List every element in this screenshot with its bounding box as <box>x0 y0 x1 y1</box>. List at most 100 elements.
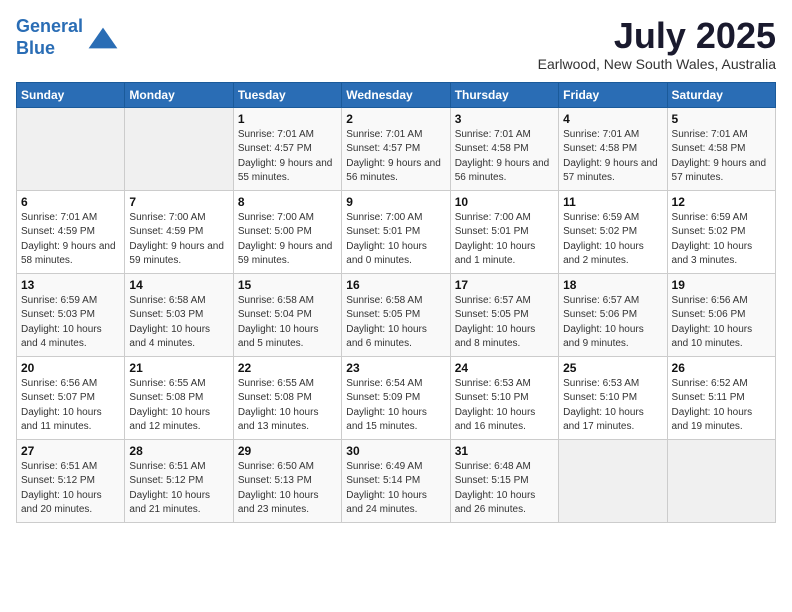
day-cell: 18Sunrise: 6:57 AM Sunset: 5:06 PM Dayli… <box>559 273 667 356</box>
day-number: 9 <box>346 195 445 209</box>
day-cell: 13 Sunrise: 6:59 AM Sunset: 5:03 PM Dayli… <box>17 273 125 356</box>
day-cell: 6 Sunrise: 7:01 AM Sunset: 4:59 PM Daylig… <box>17 190 125 273</box>
day-number: 8 <box>238 195 337 209</box>
day-info: Sunrise: 7:01 AM Sunset: 4:57 PM Dayligh… <box>238 128 337 186</box>
day-cell: 2 Sunrise: 7:01 AM Sunset: 4:57 PM Daylig… <box>342 107 450 190</box>
day-info: Sunrise: 7:00 AM Sunset: 5:01 PM Dayligh… <box>346 211 445 269</box>
day-info: Sunrise: 6:59 AM Sunset: 5:02 PM Dayligh… <box>672 211 771 269</box>
day-cell: 17Sunrise: 6:57 AM Sunset: 5:05 PM Dayli… <box>450 273 558 356</box>
month-title: July 2025 <box>538 16 776 56</box>
day-number: 5 <box>672 112 771 126</box>
day-number: 27 <box>21 444 120 458</box>
day-cell: 12Sunrise: 6:59 AM Sunset: 5:02 PM Dayli… <box>667 190 775 273</box>
day-info: Sunrise: 6:56 AM Sunset: 5:06 PM Dayligh… <box>672 294 771 352</box>
day-number: 21 <box>129 361 228 375</box>
day-number: 23 <box>346 361 445 375</box>
day-number: 30 <box>346 444 445 458</box>
day-info: Sunrise: 7:00 AM Sunset: 4:59 PM Dayligh… <box>129 211 228 269</box>
logo-text: General Blue <box>16 16 83 59</box>
day-info: Sunrise: 6:55 AM Sunset: 5:08 PM Dayligh… <box>129 377 228 435</box>
day-cell: 24 Sunrise: 6:53 AM Sunset: 5:10 PM Dayli… <box>450 356 558 439</box>
day-number: 25 <box>563 361 662 375</box>
day-number: 28 <box>129 444 228 458</box>
day-number: 13 <box>21 278 120 292</box>
day-cell: 29 Sunrise: 6:50 AM Sunset: 5:13 PM Dayli… <box>233 439 341 522</box>
day-info: Sunrise: 6:50 AM Sunset: 5:13 PM Dayligh… <box>238 460 337 518</box>
day-cell: 20 Sunrise: 6:56 AM Sunset: 5:07 PM Dayli… <box>17 356 125 439</box>
day-info: Sunrise: 6:56 AM Sunset: 5:07 PM Dayligh… <box>21 377 120 435</box>
day-cell: 25 Sunrise: 6:53 AM Sunset: 5:10 PM Dayli… <box>559 356 667 439</box>
week-row-5: 27 Sunrise: 6:51 AM Sunset: 5:12 PM Dayli… <box>17 439 776 522</box>
day-cell: 7 Sunrise: 7:00 AM Sunset: 4:59 PM Daylig… <box>125 190 233 273</box>
day-number: 24 <box>455 361 554 375</box>
day-info: Sunrise: 7:00 AM Sunset: 5:00 PM Dayligh… <box>238 211 337 269</box>
week-row-2: 6 Sunrise: 7:01 AM Sunset: 4:59 PM Daylig… <box>17 190 776 273</box>
day-number: 4 <box>563 112 662 126</box>
day-number: 10 <box>455 195 554 209</box>
logo-line1: General <box>16 16 83 36</box>
col-thursday: Thursday <box>450 82 558 107</box>
day-cell: 15 Sunrise: 6:58 AM Sunset: 5:04 PM Dayli… <box>233 273 341 356</box>
day-cell: 31 Sunrise: 6:48 AM Sunset: 5:15 PM Dayli… <box>450 439 558 522</box>
day-info: Sunrise: 6:58 AM Sunset: 5:04 PM Dayligh… <box>238 294 337 352</box>
day-cell: 4 Sunrise: 7:01 AM Sunset: 4:58 PM Daylig… <box>559 107 667 190</box>
col-friday: Friday <box>559 82 667 107</box>
page-header: General Blue July 2025 Earlwood, New Sou… <box>16 16 776 72</box>
day-cell: 3Sunrise: 7:01 AM Sunset: 4:58 PM Daylig… <box>450 107 558 190</box>
day-number: 31 <box>455 444 554 458</box>
col-monday: Monday <box>125 82 233 107</box>
day-number: 19 <box>672 278 771 292</box>
day-number: 6 <box>21 195 120 209</box>
day-info: Sunrise: 6:54 AM Sunset: 5:09 PM Dayligh… <box>346 377 445 435</box>
day-info: Sunrise: 7:01 AM Sunset: 4:58 PM Dayligh… <box>563 128 662 186</box>
day-number: 20 <box>21 361 120 375</box>
day-info: Sunrise: 6:58 AM Sunset: 5:03 PM Dayligh… <box>129 294 228 352</box>
day-info: Sunrise: 7:01 AM Sunset: 4:59 PM Dayligh… <box>21 211 120 269</box>
day-info: Sunrise: 7:01 AM Sunset: 4:58 PM Dayligh… <box>455 128 554 186</box>
day-number: 26 <box>672 361 771 375</box>
day-cell: 30 Sunrise: 6:49 AM Sunset: 5:14 PM Dayli… <box>342 439 450 522</box>
day-info: Sunrise: 6:59 AM Sunset: 5:03 PM Dayligh… <box>21 294 120 352</box>
day-info: Sunrise: 6:52 AM Sunset: 5:11 PM Dayligh… <box>672 377 771 435</box>
col-sunday: Sunday <box>17 82 125 107</box>
day-cell: 8 Sunrise: 7:00 AM Sunset: 5:00 PM Daylig… <box>233 190 341 273</box>
day-info: Sunrise: 6:55 AM Sunset: 5:08 PM Dayligh… <box>238 377 337 435</box>
day-info: Sunrise: 6:58 AM Sunset: 5:05 PM Dayligh… <box>346 294 445 352</box>
week-row-1: 1 Sunrise: 7:01 AM Sunset: 4:57 PM Daylig… <box>17 107 776 190</box>
day-cell: 28 Sunrise: 6:51 AM Sunset: 5:12 PM Dayli… <box>125 439 233 522</box>
col-saturday: Saturday <box>667 82 775 107</box>
day-info: Sunrise: 6:48 AM Sunset: 5:15 PM Dayligh… <box>455 460 554 518</box>
day-info: Sunrise: 7:00 AM Sunset: 5:01 PM Dayligh… <box>455 211 554 269</box>
day-info: Sunrise: 6:53 AM Sunset: 5:10 PM Dayligh… <box>455 377 554 435</box>
day-info: Sunrise: 7:01 AM Sunset: 4:57 PM Dayligh… <box>346 128 445 186</box>
day-cell: 26 Sunrise: 6:52 AM Sunset: 5:11 PM Dayli… <box>667 356 775 439</box>
day-number: 29 <box>238 444 337 458</box>
day-number: 14 <box>129 278 228 292</box>
day-cell: 22 Sunrise: 6:55 AM Sunset: 5:08 PM Dayli… <box>233 356 341 439</box>
day-number: 1 <box>238 112 337 126</box>
header-row: Sunday Monday Tuesday Wednesday Thursday… <box>17 82 776 107</box>
location: Earlwood, New South Wales, Australia <box>538 56 776 72</box>
day-number: 17 <box>455 278 554 292</box>
day-cell <box>17 107 125 190</box>
day-number: 16 <box>346 278 445 292</box>
day-cell: 1 Sunrise: 7:01 AM Sunset: 4:57 PM Daylig… <box>233 107 341 190</box>
day-cell: 10 Sunrise: 7:00 AM Sunset: 5:01 PM Dayli… <box>450 190 558 273</box>
day-number: 7 <box>129 195 228 209</box>
day-cell: 23 Sunrise: 6:54 AM Sunset: 5:09 PM Dayli… <box>342 356 450 439</box>
day-number: 15 <box>238 278 337 292</box>
logo: General Blue <box>16 16 119 59</box>
day-number: 2 <box>346 112 445 126</box>
day-number: 22 <box>238 361 337 375</box>
day-cell: 16 Sunrise: 6:58 AM Sunset: 5:05 PM Dayli… <box>342 273 450 356</box>
day-info: Sunrise: 6:49 AM Sunset: 5:14 PM Dayligh… <box>346 460 445 518</box>
day-info: Sunrise: 7:01 AM Sunset: 4:58 PM Dayligh… <box>672 128 771 186</box>
day-cell: 19 Sunrise: 6:56 AM Sunset: 5:06 PM Dayli… <box>667 273 775 356</box>
calendar-table: Sunday Monday Tuesday Wednesday Thursday… <box>16 82 776 523</box>
day-info: Sunrise: 6:51 AM Sunset: 5:12 PM Dayligh… <box>129 460 228 518</box>
day-info: Sunrise: 6:53 AM Sunset: 5:10 PM Dayligh… <box>563 377 662 435</box>
col-wednesday: Wednesday <box>342 82 450 107</box>
day-info: Sunrise: 6:51 AM Sunset: 5:12 PM Dayligh… <box>21 460 120 518</box>
col-tuesday: Tuesday <box>233 82 341 107</box>
day-cell <box>125 107 233 190</box>
